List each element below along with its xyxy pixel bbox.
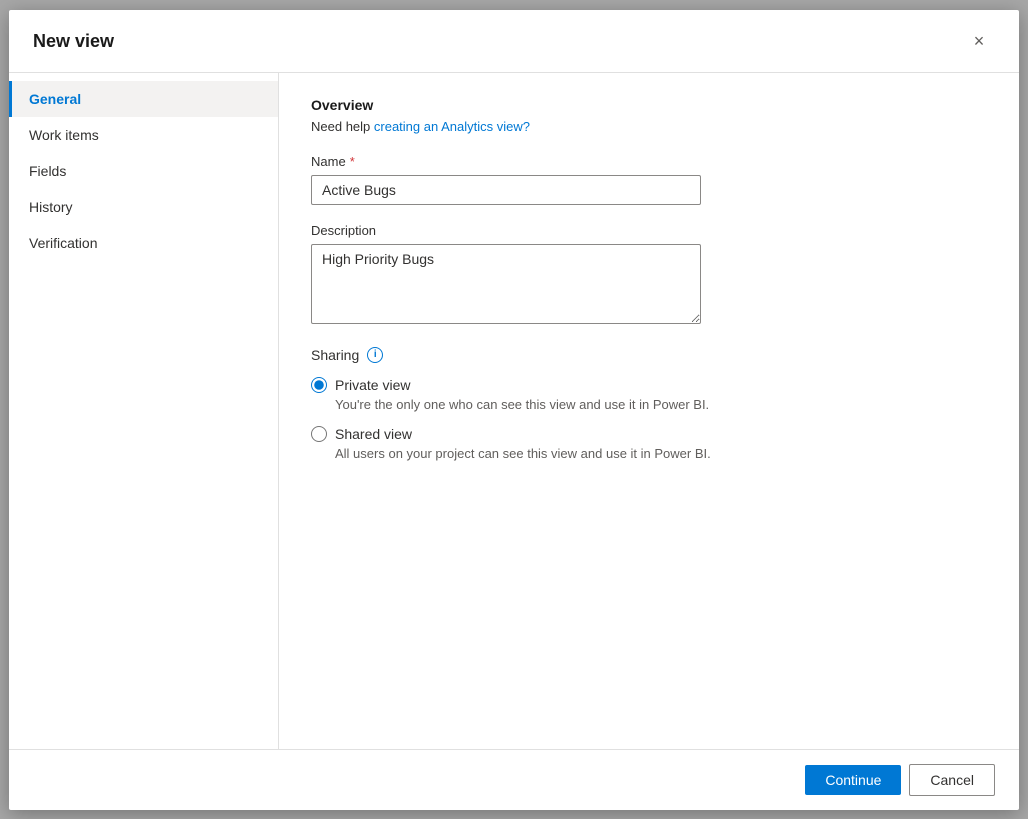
sidebar-item-fields[interactable]: Fields [9, 153, 278, 189]
sharing-section: Sharing i Private view You're the only o… [311, 347, 987, 461]
private-view-option: Private view You're the only one who can… [311, 377, 987, 412]
close-button[interactable]: × [963, 26, 995, 58]
shared-view-label: Shared view [335, 426, 412, 442]
info-icon[interactable]: i [367, 347, 383, 363]
cancel-button[interactable]: Cancel [909, 764, 995, 796]
sharing-label-row: Sharing i [311, 347, 987, 363]
sidebar-item-label-history: History [29, 199, 73, 215]
sidebar-item-general[interactable]: General [9, 81, 278, 117]
shared-view-option: Shared view All users on your project ca… [311, 426, 987, 461]
name-input[interactable] [311, 175, 701, 205]
shared-view-label-row[interactable]: Shared view [311, 426, 987, 442]
help-prefix: Need help [311, 119, 374, 134]
sharing-label: Sharing [311, 347, 359, 363]
shared-view-radio[interactable] [311, 426, 327, 442]
private-view-radio[interactable] [311, 377, 327, 393]
name-label: Name * [311, 154, 987, 169]
sidebar: General Work items Fields History Verifi… [9, 73, 279, 749]
close-icon: × [974, 31, 985, 52]
shared-view-description: All users on your project can see this v… [335, 446, 987, 461]
content-area: Overview Need help creating an Analytics… [279, 73, 1019, 749]
sidebar-item-label-verification: Verification [29, 235, 97, 251]
section-title: Overview [311, 97, 987, 113]
sidebar-item-work-items[interactable]: Work items [9, 117, 278, 153]
private-view-label-row[interactable]: Private view [311, 377, 987, 393]
dialog-title: New view [33, 31, 114, 52]
help-link[interactable]: creating an Analytics view? [374, 119, 530, 134]
sidebar-item-label-fields: Fields [29, 163, 66, 179]
dialog-backdrop: New view × General Work items Fields His… [0, 0, 1028, 819]
help-text: Need help creating an Analytics view? [311, 119, 987, 134]
private-view-label: Private view [335, 377, 410, 393]
dialog-footer: Continue Cancel [9, 749, 1019, 810]
dialog-body: General Work items Fields History Verifi… [9, 73, 1019, 749]
required-indicator: * [350, 154, 355, 169]
name-field-group: Name * [311, 154, 987, 205]
continue-button[interactable]: Continue [805, 765, 901, 795]
description-input[interactable]: High Priority Bugs [311, 244, 701, 324]
dialog-header: New view × [9, 10, 1019, 73]
private-view-description: You're the only one who can see this vie… [335, 397, 987, 412]
sidebar-item-verification[interactable]: Verification [9, 225, 278, 261]
sidebar-item-history[interactable]: History [9, 189, 278, 225]
sidebar-item-label-work-items: Work items [29, 127, 99, 143]
sidebar-item-label-general: General [29, 91, 81, 107]
description-field-group: Description High Priority Bugs [311, 223, 987, 329]
description-label: Description [311, 223, 987, 238]
new-view-dialog: New view × General Work items Fields His… [9, 10, 1019, 810]
